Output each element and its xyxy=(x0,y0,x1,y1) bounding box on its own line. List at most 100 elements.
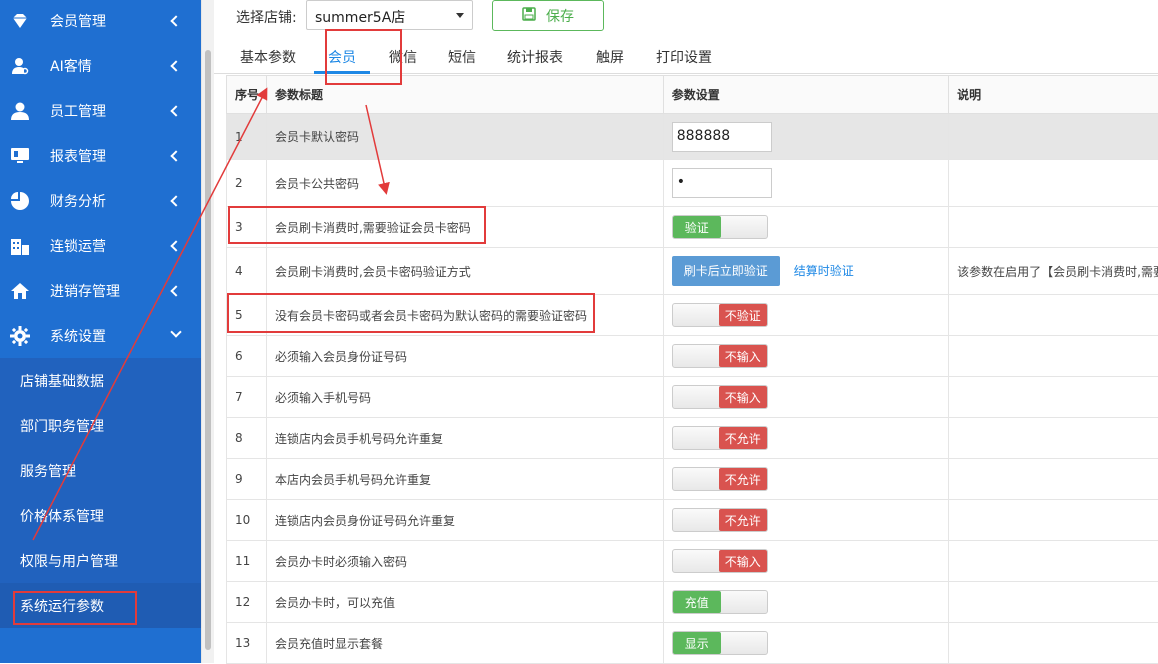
parameters-table: 序号 参数标题 参数设置 说明 1会员卡默认密码 888888 2会员卡公共密码 • 3… xyxy=(226,75,1158,664)
row-title: 必须输入手机号码 xyxy=(266,377,663,418)
row-note xyxy=(949,377,1158,418)
sidebar-item-label: 系统设置 xyxy=(50,326,106,346)
sidebar-item-label: 报表管理 xyxy=(50,146,106,166)
sidebar-item-staff[interactable]: 员工管理 xyxy=(0,88,201,133)
tab-print[interactable]: 打印设置 xyxy=(656,47,712,67)
sidebar-subitem-services[interactable]: 服务管理 xyxy=(0,448,201,493)
row-number: 13 xyxy=(227,623,267,664)
tab-member[interactable]: 会员 xyxy=(328,47,356,67)
table-row: 6必须输入会员身份证号码不输入 xyxy=(227,336,1158,377)
sidebar-item-label: 员工管理 xyxy=(50,101,106,121)
sidebar-item-member[interactable]: 会员管理 xyxy=(0,0,201,43)
tab-wechat[interactable]: 微信 xyxy=(389,47,417,67)
row-number: 7 xyxy=(227,377,267,418)
sidebar: 会员管理 AI客情 员工管理 报表管理 财务分析 连锁运营 进销存管理 系统设置… xyxy=(0,0,201,663)
row-title: 连锁店内会员身份证号码允许重复 xyxy=(266,500,663,541)
row-setting: 验证 xyxy=(663,207,948,248)
setting-toggle[interactable]: 验证 xyxy=(672,215,768,239)
toggle-label: 不允许 xyxy=(719,427,767,449)
sidebar-subitem-store-data[interactable]: 店铺基础数据 xyxy=(0,358,201,403)
setting-input[interactable]: 888888 xyxy=(672,122,772,152)
row-number: 12 xyxy=(227,582,267,623)
active-tab-indicator xyxy=(314,71,370,74)
col-header-no: 序号 xyxy=(227,76,267,114)
tab-basic[interactable]: 基本参数 xyxy=(240,47,296,67)
chevron-left-icon xyxy=(170,105,181,116)
toggle-label: 验证 xyxy=(673,216,721,238)
row-number: 4 xyxy=(227,248,267,295)
home-icon xyxy=(10,281,30,301)
sidebar-item-label: AI客情 xyxy=(50,56,92,76)
setting-toggle[interactable]: 显示 xyxy=(672,631,768,655)
setting-toggle[interactable]: 不允许 xyxy=(672,467,768,491)
tab-bar: 基本参数 会员 微信 短信 统计报表 触屏 打印设置 xyxy=(214,40,1158,74)
row-number: 2 xyxy=(227,160,267,207)
table-row: 5没有会员卡密码或者会员卡密码为默认密码的需要验证密码不验证 xyxy=(227,295,1158,336)
sidebar-item-finance[interactable]: 财务分析 xyxy=(0,178,201,223)
setting-toggle[interactable]: 不输入 xyxy=(672,549,768,573)
building-icon xyxy=(10,236,30,256)
scrollbar-thumb[interactable] xyxy=(205,50,211,650)
row-title: 没有会员卡密码或者会员卡密码为默认密码的需要验证密码 xyxy=(266,295,663,336)
row-setting: 不输入 xyxy=(663,377,948,418)
sidebar-subitem-departments[interactable]: 部门职务管理 xyxy=(0,403,201,448)
col-header-note: 说明 xyxy=(949,76,1158,114)
toggle-label: 充值 xyxy=(673,591,721,613)
store-select-value: summer5A店 xyxy=(315,10,405,26)
col-header-setting: 参数设置 xyxy=(663,76,948,114)
table-row: 7必须输入手机号码不输入 xyxy=(227,377,1158,418)
row-number: 1 xyxy=(227,114,267,160)
table-row: 10连锁店内会员身份证号码允许重复 不允许 xyxy=(227,500,1158,541)
setting-toggle[interactable]: 充值 xyxy=(672,590,768,614)
sidebar-item-ai[interactable]: AI客情 xyxy=(0,43,201,88)
row-number: 3 xyxy=(227,207,267,248)
col-header-title: 参数标题 xyxy=(266,76,663,114)
tab-sms[interactable]: 短信 xyxy=(448,47,476,67)
sidebar-item-chain[interactable]: 连锁运营 xyxy=(0,223,201,268)
diamond-icon xyxy=(10,11,30,31)
setting-toggle[interactable]: 不允许 xyxy=(672,426,768,450)
sidebar-scrollbar[interactable] xyxy=(201,0,214,663)
save-button[interactable]: 保存 xyxy=(492,0,604,31)
setting-toggle[interactable]: 不允许 xyxy=(672,508,768,532)
save-icon xyxy=(522,7,536,25)
chevron-left-icon xyxy=(170,285,181,296)
toggle-label: 不输入 xyxy=(719,345,767,367)
tab-touchscreen[interactable]: 触屏 xyxy=(596,47,624,67)
row-title: 连锁店内会员手机号码允许重复 xyxy=(266,418,663,459)
sidebar-subitem-permissions[interactable]: 权限与用户管理 xyxy=(0,538,201,583)
table-header-row: 序号 参数标题 参数设置 说明 xyxy=(227,76,1158,114)
chevron-left-icon xyxy=(170,195,181,206)
row-setting: 不允许 xyxy=(663,500,948,541)
store-select[interactable]: summer5A店 xyxy=(306,0,473,30)
sidebar-subitem-system-params[interactable]: 系统运行参数 xyxy=(0,583,201,628)
row-title: 会员卡默认密码 xyxy=(266,114,663,160)
row-setting: 不输入 xyxy=(663,541,948,582)
row-setting: 不允许 xyxy=(663,418,948,459)
sidebar-item-settings[interactable]: 系统设置 xyxy=(0,313,201,358)
setting-toggle[interactable]: 不验证 xyxy=(672,303,768,327)
toggle-label: 不允许 xyxy=(719,509,767,531)
verify-immediately-button[interactable]: 刷卡后立即验证 xyxy=(672,256,780,286)
sidebar-item-inventory[interactable]: 进销存管理 xyxy=(0,268,201,313)
row-note xyxy=(949,160,1158,207)
toggle-label: 不允许 xyxy=(719,468,767,490)
verify-at-checkout-link[interactable]: 结算时验证 xyxy=(794,264,854,278)
user-icon xyxy=(10,101,30,121)
row-title: 会员卡公共密码 xyxy=(266,160,663,207)
sidebar-item-label: 进销存管理 xyxy=(50,281,120,301)
row-setting: 不允许 xyxy=(663,459,948,500)
chevron-down-icon xyxy=(170,326,181,337)
sidebar-item-label: 会员管理 xyxy=(50,11,106,31)
row-number: 10 xyxy=(227,500,267,541)
setting-toggle[interactable]: 不输入 xyxy=(672,385,768,409)
row-setting: 不验证 xyxy=(663,295,948,336)
tab-stats[interactable]: 统计报表 xyxy=(507,47,563,67)
setting-input[interactable]: • xyxy=(672,168,772,198)
table-row: 2会员卡公共密码 • xyxy=(227,160,1158,207)
sidebar-item-reports[interactable]: 报表管理 xyxy=(0,133,201,178)
row-setting: 显示 xyxy=(663,623,948,664)
setting-toggle[interactable]: 不输入 xyxy=(672,344,768,368)
sidebar-subitem-pricing[interactable]: 价格体系管理 xyxy=(0,493,201,538)
table-row: 3会员刷卡消费时,需要验证会员卡密码验证 xyxy=(227,207,1158,248)
